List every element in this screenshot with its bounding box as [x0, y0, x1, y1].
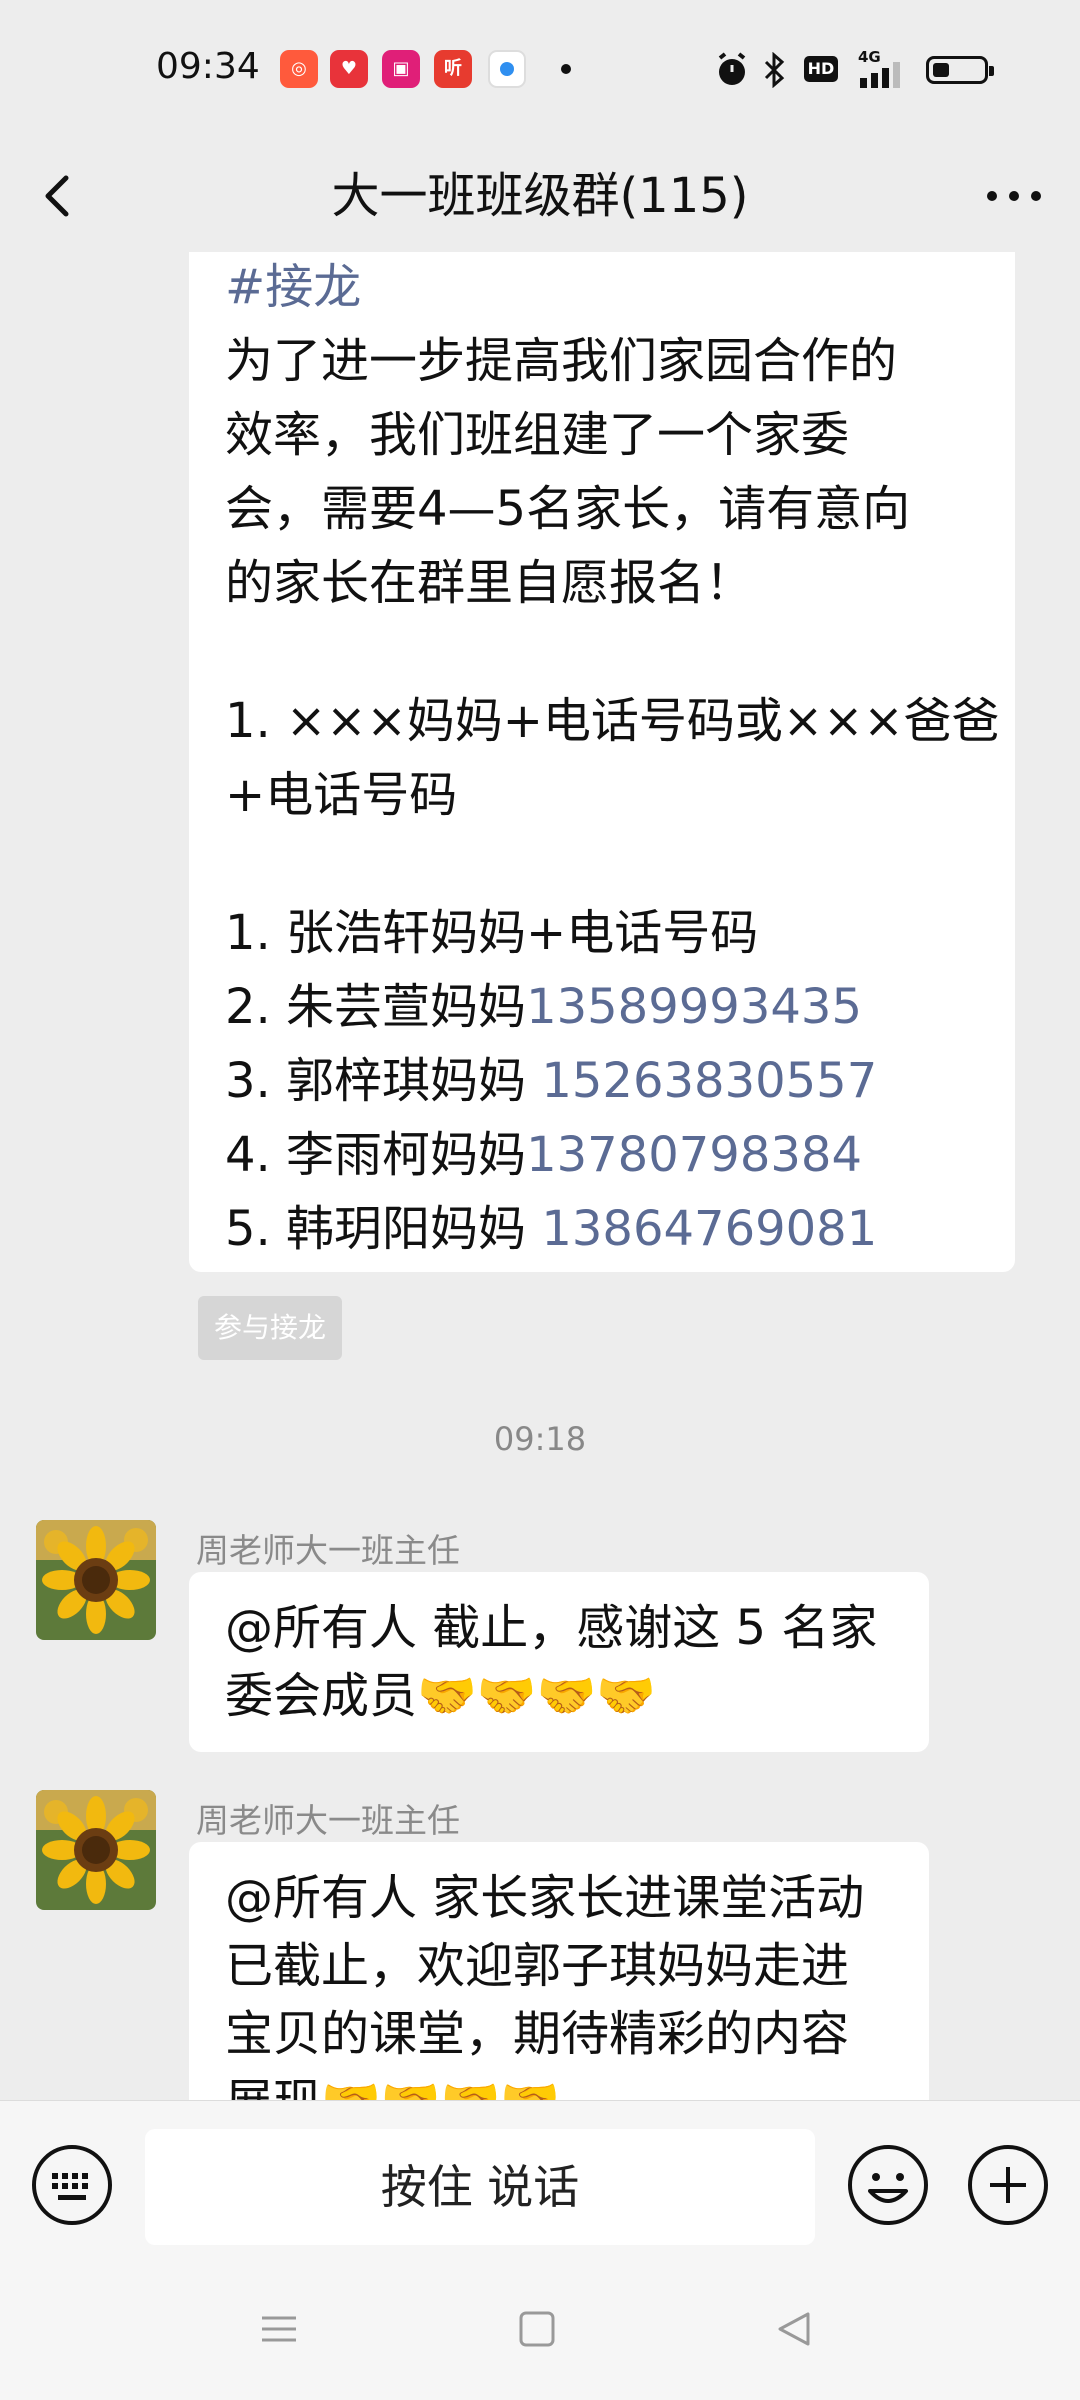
notification-dot-icon — [561, 64, 571, 74]
system-nav-bar — [0, 2270, 1080, 2400]
phone-link[interactable]: 13589993435 — [526, 979, 862, 1035]
alarm-icon — [718, 52, 746, 85]
signal-icon — [860, 62, 900, 88]
jielong-tag[interactable]: #接龙 — [225, 252, 979, 324]
message-line: 的家长在群里自愿报名！ — [225, 555, 754, 611]
chat-header: 大一班班级群(115) — [0, 140, 1080, 252]
ting-icon: 听 — [434, 50, 472, 88]
message-line: +电话号码 — [225, 767, 458, 823]
emoji-icon[interactable] — [846, 2143, 930, 2227]
plus-icon[interactable] — [966, 2143, 1050, 2227]
message-line: 效率，我们班组建了一个家委 — [225, 407, 850, 463]
hd-icon: HD — [804, 56, 838, 82]
message-line: 1. ×××妈妈+电话号码或×××爸爸 — [225, 693, 1000, 749]
jielong-entry: 5. 韩玥阳妈妈 13864769081 — [225, 1192, 979, 1266]
phone-link[interactable]: 13864769081 — [541, 1201, 877, 1257]
avatar[interactable] — [36, 1520, 156, 1640]
input-bar: 按住 说话 — [0, 2100, 1080, 2271]
entry-name: 4. 李雨柯妈妈 — [225, 1127, 527, 1183]
phone-link[interactable]: 13780798384 — [526, 1127, 862, 1183]
sender-name: 周老师大一班主任 — [196, 1801, 460, 1840]
chat-area[interactable]: #接龙 为了进一步提高我们家园合作的 效率，我们班组建了一个家委 会，需要4—5… — [0, 252, 1080, 2100]
jielong-entry: 2. 朱芸萱妈妈13589993435 — [225, 970, 979, 1044]
jielong-entry: 1. 张浩轩妈妈+电话号码 — [225, 896, 979, 970]
message-line: @所有人 截止，感谢这 5 名家 — [225, 1600, 878, 1656]
app-icon-3: ▣ — [382, 50, 420, 88]
message-bubble[interactable]: @所有人 家长家长进课堂活动 已截止，欢迎郭子琪妈妈走进 宝贝的课堂，期待精彩的… — [189, 1842, 929, 2100]
message-line: @所有人 家长家长进课堂活动 — [225, 1870, 865, 1926]
battery-icon — [926, 56, 994, 84]
sunflower-avatar-icon — [36, 1520, 156, 1640]
sunflower-avatar-icon — [36, 1790, 156, 1910]
bluetooth-icon — [764, 52, 785, 88]
entry-name: 3. 郭梓琪妈妈 — [225, 1053, 542, 1109]
entry-name: 5. 韩玥阳妈妈 — [225, 1201, 542, 1257]
message-line: 已截止，欢迎郭子琪妈妈走进 — [225, 1938, 850, 1994]
app-icon-2: ♥ — [330, 50, 368, 88]
more-icon[interactable] — [974, 156, 1054, 236]
status-time: 09:34 — [156, 46, 260, 87]
hold-to-talk-button[interactable]: 按住 说话 — [145, 2129, 815, 2245]
jielong-entry: 4. 李雨柯妈妈13780798384 — [225, 1118, 979, 1192]
back-icon[interactable] — [34, 156, 114, 236]
message-line: 为了进一步提高我们家园合作的 — [225, 333, 898, 389]
app-icon-5 — [488, 50, 526, 88]
jielong-message-bubble[interactable]: #接龙 为了进一步提高我们家园合作的 效率，我们班组建了一个家委 会，需要4—5… — [189, 252, 1015, 1272]
menu-icon[interactable] — [258, 2308, 300, 2350]
phone-link[interactable]: 15263830557 — [541, 1053, 877, 1109]
message-line: 宝贝的课堂，期待精彩的内容 — [225, 2006, 850, 2062]
status-bar: 09:34 ◎ ♥ ▣ 听 HD 4G — [0, 0, 1080, 140]
keyboard-icon[interactable] — [30, 2143, 114, 2227]
back-nav-icon[interactable] — [774, 2308, 816, 2350]
jielong-entry: 3. 郭梓琪妈妈 15263830557 — [225, 1044, 979, 1118]
message-line: 会，需要4—5名家长，请有意向 — [225, 481, 911, 537]
entry-name: 1. 张浩轩妈妈+电话号码 — [225, 905, 759, 961]
app-icon-1: ◎ — [280, 50, 318, 88]
message-line: 委会成员🤝🤝🤝🤝 — [225, 1668, 657, 1724]
home-icon[interactable] — [516, 2308, 558, 2350]
page-title: 大一班班级群(115) — [331, 168, 749, 224]
avatar[interactable] — [36, 1790, 156, 1910]
message-line: 展现🤝🤝🤝🤝 — [225, 2068, 893, 2100]
join-jielong-button[interactable]: 参与接龙 — [198, 1296, 342, 1360]
message-timestamp: 09:18 — [493, 1420, 587, 1458]
sender-name: 周老师大一班主任 — [196, 1531, 460, 1570]
entry-name: 2. 朱芸萱妈妈 — [225, 979, 527, 1035]
message-bubble[interactable]: @所有人 截止，感谢这 5 名家 委会成员🤝🤝🤝🤝 — [189, 1572, 929, 1752]
